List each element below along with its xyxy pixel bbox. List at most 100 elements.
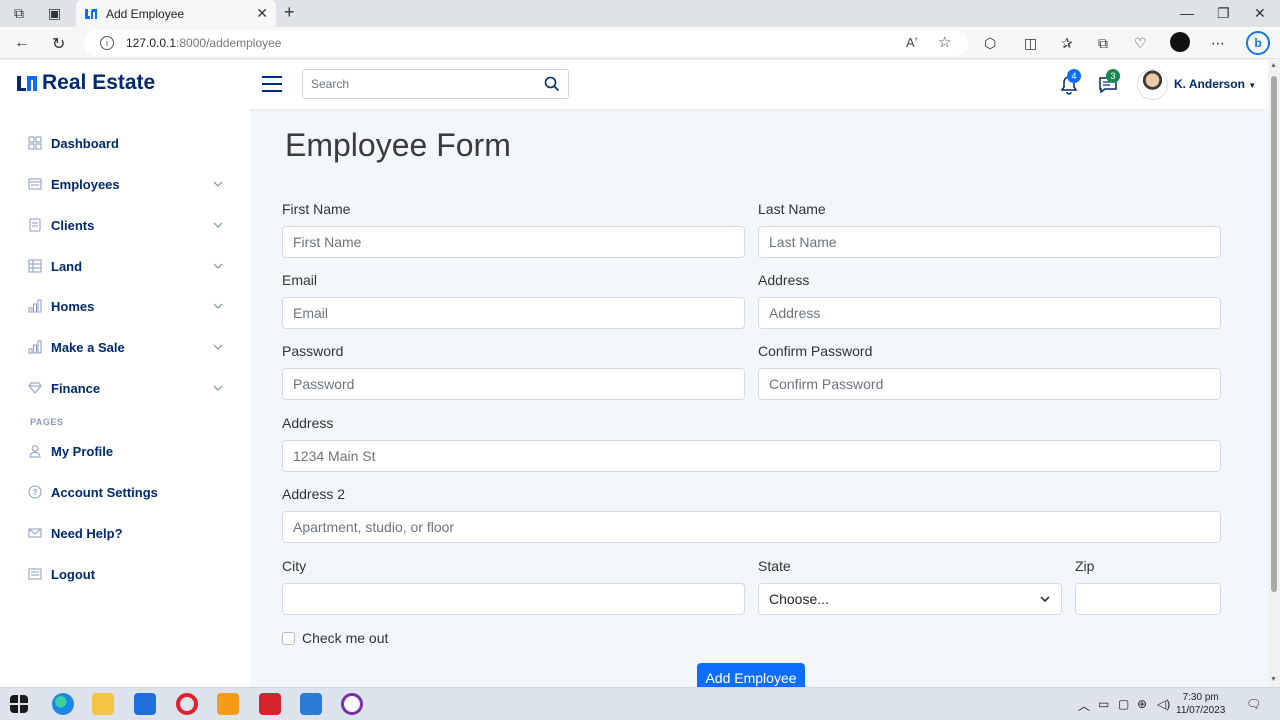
zip-field[interactable] xyxy=(1075,583,1221,615)
scroll-down-icon[interactable]: ▼ xyxy=(1270,676,1277,683)
podcast-app-icon[interactable] xyxy=(341,693,363,715)
brand-name: Real Estate xyxy=(42,71,156,94)
sidebar-item-employees[interactable]: Employees xyxy=(28,173,224,195)
sidebar-item-label: Finance xyxy=(51,380,101,396)
sidebar-item-label: Make a Sale xyxy=(51,339,125,355)
sidebar-item-dashboard[interactable]: Dashboard xyxy=(28,132,224,154)
page-scrollbar[interactable]: ▲ ▼ xyxy=(1268,60,1280,687)
password-field[interactable] xyxy=(282,368,745,400)
check-me-out-label: Check me out xyxy=(302,630,389,646)
city-field[interactable] xyxy=(282,583,745,615)
sidebar-toggle-icon[interactable] xyxy=(262,76,282,92)
chevron-down-icon xyxy=(213,385,223,391)
main-content: Employee Form First Name Last Name Email… xyxy=(250,109,1268,693)
sidebar-item-finance[interactable]: Finance xyxy=(28,377,224,399)
messages-badge: 3 xyxy=(1106,69,1120,83)
vscode-app-icon[interactable] xyxy=(300,693,322,715)
os-taskbar: ︿ ▭ ▢ ⊕ ◁) 7:30 pm 11/07/2023 🗨 xyxy=(0,687,1280,720)
browser-essentials-icon[interactable]: ♡ xyxy=(1134,35,1147,52)
bar-chart-icon xyxy=(28,340,42,354)
sidebar-item-account-settings[interactable]: ? Account Settings xyxy=(28,481,224,503)
first-name-field[interactable] xyxy=(282,226,745,258)
taskbar-clock[interactable]: 7:30 pm 11/07/2023 xyxy=(1176,691,1225,717)
address2-label: Address 2 xyxy=(282,486,346,502)
site-favicon-icon xyxy=(85,8,97,19)
first-name-label: First Name xyxy=(282,201,351,217)
sidebar: Dashboard Employees Clients Land Homes M… xyxy=(0,109,250,687)
mail-app-icon[interactable] xyxy=(134,693,156,715)
collections-icon[interactable]: ⧉ xyxy=(1098,35,1108,52)
person-icon xyxy=(29,445,41,458)
search-icon[interactable] xyxy=(544,76,560,92)
window-close-icon[interactable]: ✕ xyxy=(1254,5,1266,22)
split-screen-icon[interactable]: ◫ xyxy=(1024,35,1037,52)
brand-logo[interactable]: Real Estate xyxy=(16,71,155,95)
maximize-icon[interactable]: ❐ xyxy=(1217,5,1230,22)
minimize-icon[interactable]: — xyxy=(1180,5,1194,21)
sidebar-item-label: My Profile xyxy=(51,443,114,459)
site-info-icon[interactable]: i xyxy=(100,36,114,50)
state-label: State xyxy=(758,558,791,574)
question-circle-icon: ? xyxy=(28,485,42,499)
favorites-icon[interactable]: ✰ xyxy=(1061,35,1073,52)
notification-center-icon[interactable]: 🗨 xyxy=(1246,697,1261,711)
svg-text:?: ? xyxy=(33,488,38,497)
more-options-icon[interactable]: ⋯ xyxy=(1211,35,1225,52)
last-name-field[interactable] xyxy=(758,226,1221,258)
sidebar-item-need-help[interactable]: Need Help? xyxy=(28,522,224,544)
scrollbar-thumb[interactable] xyxy=(1271,76,1277,592)
sublime-app-icon[interactable] xyxy=(217,693,239,715)
email-field[interactable] xyxy=(282,297,745,329)
sidebar-item-make-a-sale[interactable]: Make a Sale xyxy=(28,336,224,358)
file-explorer-icon[interactable] xyxy=(92,693,114,715)
network-globe-icon[interactable]: ⊕ xyxy=(1137,697,1147,711)
user-avatar[interactable] xyxy=(1137,69,1168,100)
url-path: :8000/addemployee xyxy=(176,36,282,50)
back-icon[interactable]: ← xyxy=(14,34,30,52)
volume-icon[interactable]: ◁) xyxy=(1157,697,1170,711)
confirm-password-field[interactable] xyxy=(758,368,1221,400)
sidebar-item-homes[interactable]: Homes xyxy=(28,295,224,317)
tab-actions-icon[interactable]: ▣ xyxy=(48,5,61,22)
sidebar-item-land[interactable]: Land xyxy=(28,255,224,277)
street-address-field[interactable] xyxy=(282,440,1221,472)
sidebar-item-label: Homes xyxy=(51,298,95,314)
extensions-icon[interactable]: ⬡ xyxy=(984,35,996,52)
gem-icon xyxy=(28,382,42,394)
copilot-icon[interactable]: b xyxy=(1246,31,1270,55)
check-me-out-checkbox[interactable] xyxy=(282,631,295,645)
workspaces-icon[interactable]: ⧉ xyxy=(14,5,24,22)
table-icon xyxy=(28,259,42,273)
address2-field[interactable] xyxy=(282,511,1221,543)
tray-overflow-icon[interactable]: ︿ xyxy=(1078,697,1090,714)
opera-app-icon[interactable] xyxy=(176,693,198,715)
scroll-up-icon[interactable]: ▲ xyxy=(1270,62,1277,69)
tab-close-icon[interactable]: ✕ xyxy=(256,5,268,22)
refresh-icon[interactable]: ↻ xyxy=(52,34,65,54)
new-tab-icon[interactable]: + xyxy=(284,2,295,23)
battery-icon[interactable]: ▭ xyxy=(1098,697,1109,711)
sidebar-item-clients[interactable]: Clients xyxy=(28,214,224,236)
read-aloud-icon[interactable]: A͏ʼ xyxy=(906,35,918,50)
device-icon[interactable]: ▢ xyxy=(1118,697,1129,711)
check-me-out[interactable]: Check me out xyxy=(282,630,388,646)
profile-icon[interactable] xyxy=(1170,32,1190,52)
sidebar-item-logout[interactable]: Logout xyxy=(28,563,224,585)
brand-logo-icon xyxy=(17,76,37,91)
edge-app-icon[interactable] xyxy=(52,693,74,715)
document-icon xyxy=(29,218,41,232)
windows-start-icon[interactable] xyxy=(10,695,28,713)
address-field[interactable] xyxy=(758,297,1221,329)
state-select[interactable]: Choose... xyxy=(758,583,1062,615)
notifications-badge: 4 xyxy=(1067,69,1081,83)
url-field[interactable]: i 127.0.0.1:8000/addemployee A͏ʼ ☆ xyxy=(84,30,968,56)
tab-title: Add Employee xyxy=(106,6,185,21)
street-address-label: Address xyxy=(282,415,334,431)
pdf-reader-icon[interactable] xyxy=(259,693,281,715)
sidebar-item-my-profile[interactable]: My Profile xyxy=(28,440,224,462)
search-input[interactable]: Search xyxy=(302,69,569,99)
favorite-star-icon[interactable]: ☆ xyxy=(938,33,951,51)
sidebar-item-label: Dashboard xyxy=(51,135,119,151)
browser-tab-active[interactable]: Add Employee ✕ xyxy=(76,0,276,27)
user-menu[interactable]: K. Anderson ▼ xyxy=(1174,77,1256,91)
